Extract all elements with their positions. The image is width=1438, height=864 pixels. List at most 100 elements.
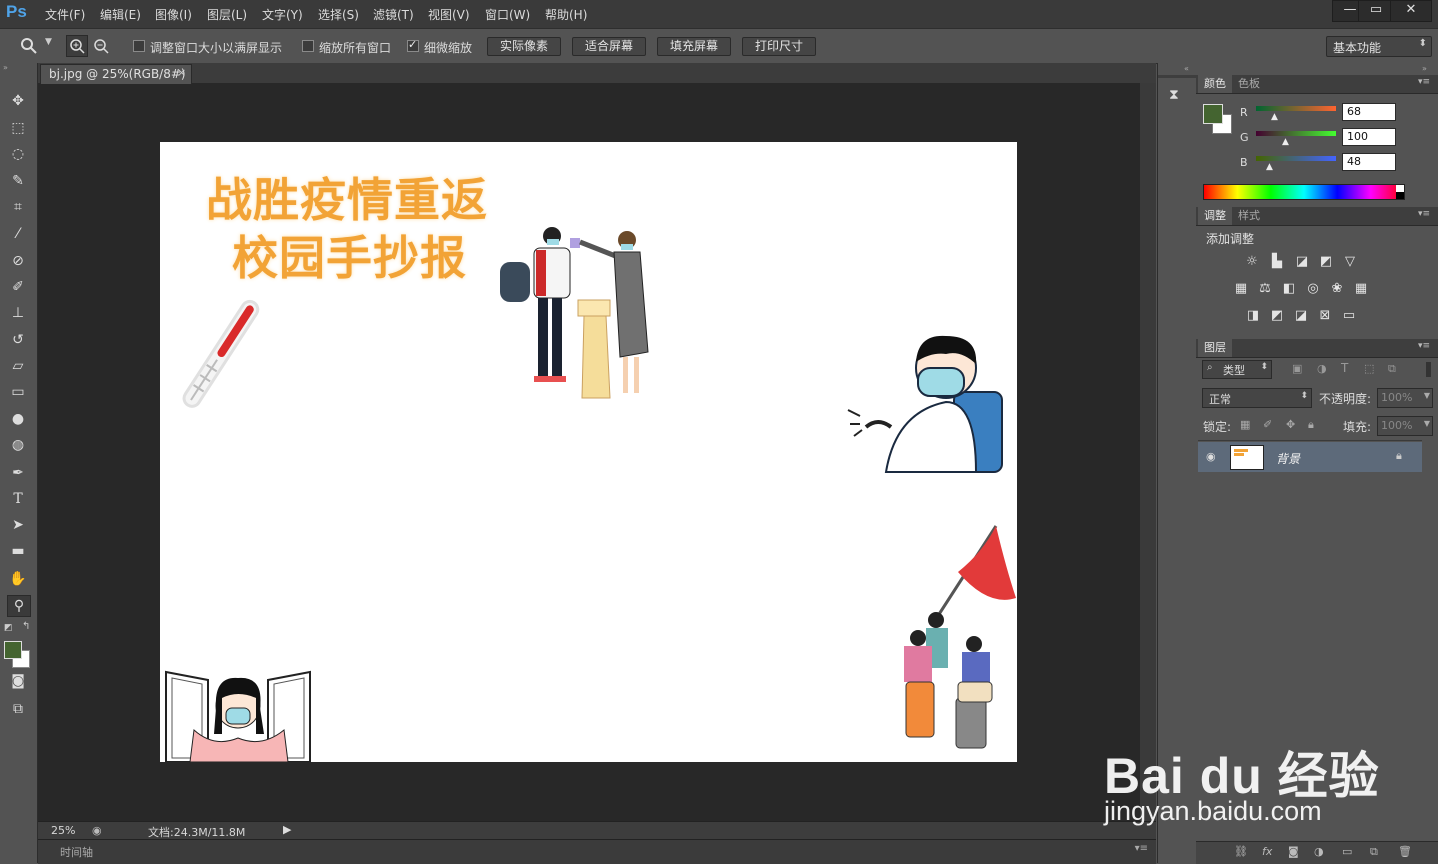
- collapse-right-icon[interactable]: »: [1422, 64, 1427, 73]
- eraser-tool-icon[interactable]: ▱: [7, 356, 29, 376]
- restore-button[interactable]: ▭: [1358, 0, 1394, 22]
- delete-layer-icon[interactable]: 🗑︎: [1398, 845, 1412, 858]
- red-value-field[interactable]: 68: [1342, 103, 1396, 121]
- lasso-tool-icon[interactable]: ◌: [7, 144, 29, 164]
- tab-layers[interactable]: 图层: [1198, 339, 1232, 357]
- lock-position-icon[interactable]: ✥: [1286, 418, 1295, 431]
- layer-filter-select[interactable]: ⌕ 类型 ⬍: [1202, 360, 1272, 379]
- zoom-all-windows-checkbox[interactable]: [302, 40, 314, 52]
- red-slider[interactable]: [1256, 106, 1336, 111]
- filter-toggle[interactable]: [1426, 362, 1431, 377]
- document-tab-close-icon[interactable]: ×: [177, 66, 186, 79]
- color-spectrum-bar[interactable]: [1203, 184, 1405, 200]
- actual-pixels-button[interactable]: 实际像素: [487, 37, 561, 56]
- dodge-tool-icon[interactable]: ◍: [7, 435, 29, 455]
- add-mask-icon[interactable]: ◙: [1288, 845, 1299, 858]
- history-panel-icon[interactable]: ⧗: [1169, 87, 1179, 103]
- green-slider-handle-icon[interactable]: ▲: [1282, 137, 1289, 147]
- menu-window[interactable]: 窗口(W): [485, 6, 530, 23]
- type-tool-icon[interactable]: T: [7, 489, 29, 509]
- marquee-tool-icon[interactable]: ⬚: [7, 118, 29, 138]
- exposure-icon[interactable]: ◩: [1318, 255, 1334, 269]
- color-panel-menu-icon[interactable]: ▾≡: [1418, 77, 1430, 87]
- fill-screen-button[interactable]: 填充屏幕: [657, 37, 731, 56]
- adjustments-menu-icon[interactable]: ▾≡: [1418, 209, 1430, 219]
- color-balance-icon[interactable]: ⚖: [1257, 282, 1273, 296]
- hand-tool-icon[interactable]: ✋: [7, 569, 29, 589]
- menu-select[interactable]: 选择(S): [318, 6, 359, 23]
- layers-menu-icon[interactable]: ▾≡: [1418, 341, 1430, 351]
- menu-view[interactable]: 视图(V): [428, 6, 470, 23]
- resize-windows-checkbox[interactable]: [133, 40, 145, 52]
- menu-file[interactable]: 文件(F): [45, 6, 85, 23]
- link-layers-icon[interactable]: ⛓: [1234, 845, 1248, 858]
- lock-all-icon[interactable]: 🔒︎: [1308, 418, 1314, 432]
- menu-help[interactable]: 帮助(H): [545, 6, 587, 23]
- fill-field[interactable]: 100% ▼: [1377, 416, 1433, 436]
- hue-saturation-icon[interactable]: ▦: [1233, 282, 1249, 296]
- expand-panels-icon[interactable]: «: [1184, 64, 1189, 73]
- new-adjustment-icon[interactable]: ◑: [1314, 845, 1324, 858]
- gradient-map-icon[interactable]: ▭: [1341, 309, 1357, 323]
- gradient-tool-icon[interactable]: ▭: [7, 382, 29, 402]
- status-info-icon[interactable]: ◉: [92, 824, 102, 837]
- workspace-select[interactable]: 基本功能 ⬍: [1326, 36, 1432, 57]
- zoom-out-icon[interactable]: [91, 36, 111, 56]
- green-value-field[interactable]: 100: [1342, 128, 1396, 146]
- menu-type[interactable]: 文字(Y): [262, 6, 303, 23]
- layer-row-background[interactable]: ◉ 背景 🔒︎: [1198, 442, 1422, 472]
- tab-adjustments[interactable]: 调整: [1198, 207, 1232, 225]
- invert-icon[interactable]: ◨: [1245, 309, 1261, 323]
- quick-select-tool-icon[interactable]: ✎: [7, 171, 29, 191]
- menu-edit[interactable]: 编辑(E): [100, 6, 141, 23]
- channel-mixer-icon[interactable]: ❀: [1329, 282, 1345, 296]
- crop-tool-icon[interactable]: ⌗: [7, 197, 29, 217]
- layer-visibility-eye-icon[interactable]: ◉: [1206, 450, 1216, 463]
- blue-slider-handle-icon[interactable]: ▲: [1266, 162, 1273, 172]
- vibrance-icon[interactable]: ▽: [1342, 255, 1358, 269]
- filter-adjustment-icon[interactable]: ◑: [1317, 362, 1327, 375]
- timeline-label[interactable]: 时间轴: [60, 844, 93, 860]
- status-menu-arrow-icon[interactable]: ▶: [283, 823, 291, 836]
- default-colors-icon[interactable]: ◩: [4, 623, 13, 633]
- layer-name[interactable]: 背景: [1276, 450, 1300, 467]
- blend-mode-select[interactable]: 正常 ⬍: [1202, 388, 1312, 408]
- red-slider-handle-icon[interactable]: ▲: [1271, 112, 1278, 122]
- pen-tool-icon[interactable]: ✒: [7, 463, 29, 483]
- curves-icon[interactable]: ◪: [1294, 255, 1310, 269]
- threshold-icon[interactable]: ◪: [1293, 309, 1309, 323]
- blue-slider[interactable]: [1256, 156, 1336, 161]
- shape-tool-icon[interactable]: ▬: [7, 541, 29, 561]
- menu-layer[interactable]: 图层(L): [207, 6, 247, 23]
- color-lookup-icon[interactable]: ▦: [1353, 282, 1369, 296]
- levels-icon[interactable]: ▙: [1269, 255, 1285, 269]
- image-canvas[interactable]: 战胜疫情重返 校园手抄报: [160, 142, 1017, 762]
- document-tab[interactable]: bj.jpg @ 25%(RGB/8#) ×: [40, 64, 192, 84]
- new-group-icon[interactable]: ▭: [1342, 845, 1352, 858]
- close-button[interactable]: ✕: [1390, 0, 1432, 22]
- filter-pixel-icon[interactable]: ▣: [1292, 362, 1302, 375]
- brush-tool-icon[interactable]: ✐: [7, 277, 29, 297]
- filter-type-icon[interactable]: T: [1341, 361, 1348, 375]
- opacity-field[interactable]: 100% ▼: [1377, 388, 1433, 408]
- new-layer-icon[interactable]: ⧉: [1370, 845, 1378, 859]
- zoom-tool-icon[interactable]: ⚲: [7, 595, 31, 617]
- layer-effects-icon[interactable]: fx: [1262, 845, 1272, 858]
- screen-mode-icon[interactable]: ⧉: [7, 699, 29, 719]
- selective-color-icon[interactable]: ⊠: [1317, 309, 1333, 323]
- brightness-icon[interactable]: ☼: [1244, 255, 1260, 269]
- scrubby-zoom-checkbox[interactable]: ✓: [407, 38, 419, 52]
- foreground-color-swatch[interactable]: [4, 641, 22, 659]
- menu-image[interactable]: 图像(I): [155, 6, 192, 23]
- print-size-button[interactable]: 打印尺寸: [742, 37, 816, 56]
- eyedropper-tool-icon[interactable]: ⁄: [7, 224, 29, 244]
- color-panel-foreground-swatch[interactable]: [1203, 104, 1223, 124]
- green-slider[interactable]: [1256, 131, 1336, 136]
- healing-brush-tool-icon[interactable]: ⊘: [7, 251, 29, 271]
- collapse-tools-icon[interactable]: »: [3, 63, 8, 72]
- menu-filter[interactable]: 滤镜(T): [373, 6, 414, 23]
- swap-colors-icon[interactable]: ↰: [22, 621, 30, 632]
- filter-smart-object-icon[interactable]: ⧉: [1388, 362, 1396, 376]
- quick-mask-icon[interactable]: ◙: [7, 671, 29, 691]
- posterize-icon[interactable]: ◩: [1269, 309, 1285, 323]
